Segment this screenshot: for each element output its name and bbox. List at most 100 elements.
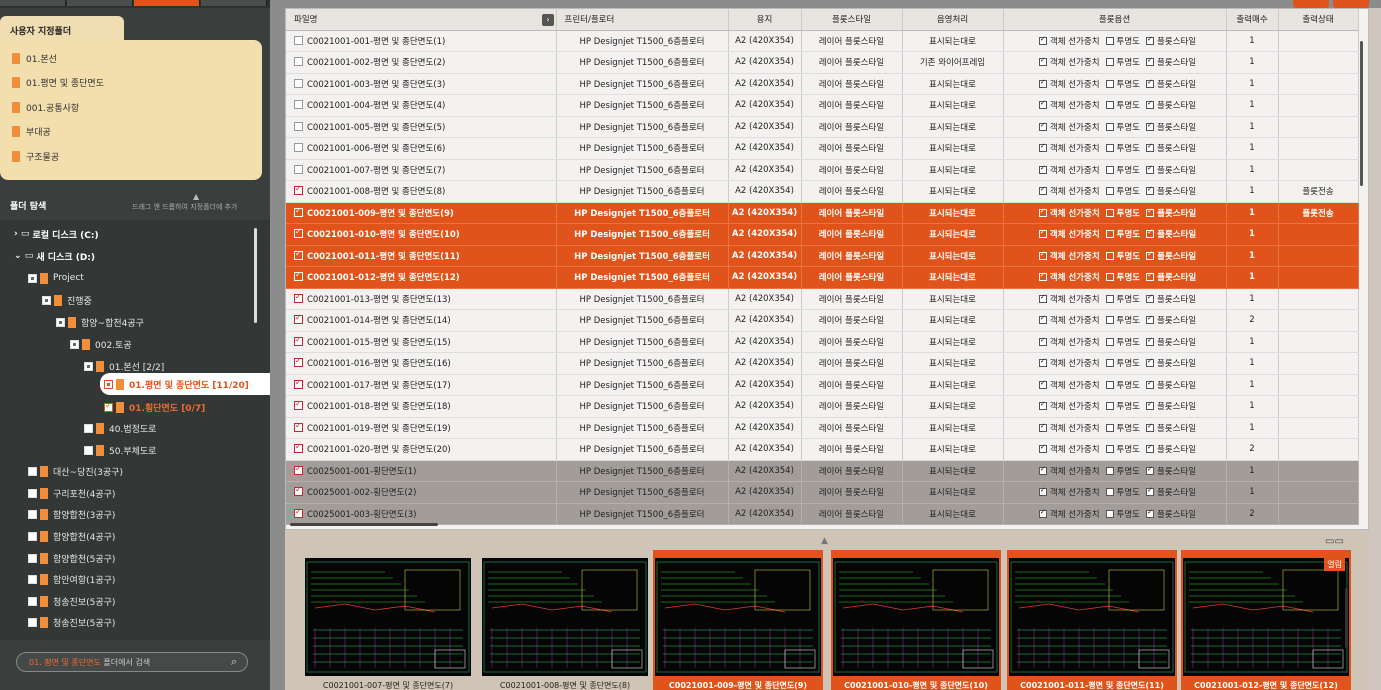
table-row[interactable]: C0021001-015-평면 및 종단면도(15)HP Designjet T…: [286, 331, 1359, 353]
cell-paper[interactable]: A2 (420X354): [728, 438, 802, 461]
table-row[interactable]: C0021001-002-평면 및 종단면도(2) HP Designjet T1…: [286, 51, 1359, 74]
cell-copies[interactable]: 1: [1226, 116, 1279, 138]
custom-folder-tab[interactable]: 사용자 지정폴더: [0, 16, 124, 42]
column-header-status[interactable]: 출력상태: [1278, 9, 1359, 31]
monitor-icon[interactable]: ▭▭: [1325, 536, 1344, 547]
cell-printer[interactable]: HP Designjet T1500_6층플로터: [556, 30, 729, 52]
folder-search-input[interactable]: 01. 평면 및 종단면도 폴더에서 검색 ⌕: [16, 652, 248, 672]
cell-filename[interactable]: C0021001-006-평면 및 종단면도(6): [286, 137, 557, 160]
cell-paper[interactable]: A2 (420X354): [728, 159, 802, 181]
table-row[interactable]: C0021001-011-평면 및 종단면도(11)HP Designjet T…: [286, 245, 1359, 267]
cell-shading[interactable]: 표시되는대로: [902, 288, 1004, 310]
cell-shading[interactable]: 표시되는대로: [902, 180, 1004, 203]
cell-printer[interactable]: HP Designjet T1500_6층플로터: [556, 395, 729, 418]
cell-plotstyle[interactable]: 레이어 플롯스타일: [801, 223, 903, 246]
cell-printer[interactable]: HP Designjet T1500_6층플로터: [556, 94, 729, 117]
cell-plotstyle[interactable]: 레이어 플롯스타일: [801, 159, 903, 181]
cell-copies[interactable]: 1: [1226, 30, 1279, 52]
table-row[interactable]: C0021001-012-평면 및 종단면도(12)HP Designjet T…: [286, 266, 1359, 289]
cell-paper[interactable]: A2 (420X354): [728, 331, 802, 353]
option-transparency-checkbox[interactable]: [1105, 79, 1114, 88]
cell-paper[interactable]: A2 (420X354): [728, 30, 802, 52]
column-header-paper[interactable]: 용지: [728, 9, 802, 31]
table-row[interactable]: C0025001-002-횡단면도(2)HP Designjet T1500_6…: [286, 481, 1359, 504]
table-row[interactable]: C0021001-004-평면 및 종단면도(4) HP Designjet T1…: [286, 94, 1359, 117]
cell-printer[interactable]: HP Designjet T1500_6층플로터: [556, 352, 729, 375]
option-plotstyle-checkbox[interactable]: [1145, 99, 1154, 110]
cell-printer[interactable]: HP Designjet T1500_6층플로터: [556, 116, 729, 138]
column-header-copies[interactable]: 출력매수: [1226, 9, 1279, 31]
row-checkbox[interactable]: [294, 57, 303, 67]
cell-filename[interactable]: C0021001-002-평면 및 종단면도(2): [286, 51, 557, 74]
cell-shading[interactable]: 표시되는대로: [902, 30, 1004, 52]
cell-filename[interactable]: C0021001-003-평면 및 종단면도(3): [286, 73, 557, 95]
option-transparency-checkbox[interactable]: [1105, 294, 1114, 303]
cell-paper[interactable]: A2 (420X354): [728, 223, 802, 246]
tree-scrollbar[interactable]: [254, 228, 257, 323]
option-plotstyle-checkbox[interactable]: [1145, 443, 1154, 454]
row-checkbox[interactable]: [294, 184, 303, 196]
cell-shading[interactable]: 기존 와이어프레임: [902, 51, 1004, 74]
cell-paper[interactable]: A2 (420X354): [728, 51, 802, 74]
option-transparency-checkbox[interactable]: [1105, 36, 1114, 45]
option-plotstyle-checkbox[interactable]: [1146, 250, 1155, 260]
row-checkbox[interactable]: [294, 121, 303, 131]
top-tab[interactable]: [0, 0, 66, 6]
table-row[interactable]: C0021001-018-평면 및 종단면도(18)HP Designjet T…: [286, 395, 1359, 418]
tree-checkbox[interactable]: [28, 466, 37, 476]
option-plotstyle-checkbox[interactable]: [1145, 78, 1154, 88]
cell-copies[interactable]: 1: [1226, 374, 1279, 396]
option-lineweight-checkbox[interactable]: [1038, 250, 1047, 260]
option-transparency-checkbox[interactable]: [1105, 359, 1114, 368]
cell-copies[interactable]: 1: [1226, 159, 1279, 181]
drawing-thumbnail[interactable]: C0021001-012-평면 및 종단면도(12) 열림: [1181, 550, 1351, 690]
option-plotstyle-checkbox[interactable]: [1145, 56, 1154, 67]
option-plotstyle-checkbox[interactable]: [1145, 185, 1154, 196]
cell-printer[interactable]: HP Designjet T1500_6층플로터: [556, 73, 729, 95]
grid-horizontal-scrollbar[interactable]: [290, 523, 438, 526]
option-transparency-checkbox[interactable]: [1105, 208, 1114, 217]
tree-checkbox[interactable]: [104, 401, 113, 412]
column-header-filename[interactable]: 파일명 ›: [286, 9, 557, 31]
cell-paper[interactable]: A2 (420X354): [728, 395, 802, 418]
tree-node[interactable]: Project: [28, 268, 84, 288]
cell-plotstyle[interactable]: 레이어 플롯스타일: [801, 180, 903, 203]
favorite-folder-item[interactable]: 01.본선: [12, 46, 250, 71]
option-transparency-checkbox[interactable]: [1105, 488, 1114, 497]
cell-shading[interactable]: 표시되는대로: [902, 94, 1004, 117]
row-checkbox[interactable]: [294, 464, 303, 475]
option-plotstyle-checkbox[interactable]: [1145, 293, 1154, 303]
cell-copies[interactable]: 1: [1226, 94, 1279, 117]
cell-copies[interactable]: 1: [1226, 352, 1279, 375]
cell-printer[interactable]: HP Designjet T1500_6층플로터: [556, 137, 729, 160]
table-row[interactable]: C0021001-001-평면 및 종단면도(1) HP Designjet T1…: [286, 30, 1359, 52]
search-icon[interactable]: ⌕: [231, 655, 237, 669]
row-checkbox[interactable]: [294, 335, 303, 346]
row-checkbox[interactable]: [294, 485, 303, 497]
cell-filename[interactable]: C0021001-010-평면 및 종단면도(10): [286, 223, 557, 246]
option-plotstyle-checkbox[interactable]: [1145, 508, 1154, 518]
cell-shading[interactable]: 표시되는대로: [902, 137, 1004, 160]
option-transparency-checkbox[interactable]: [1105, 273, 1114, 282]
tree-node[interactable]: 40.법정도로: [84, 418, 156, 438]
toolbar-button[interactable]: [1293, 0, 1329, 8]
table-row[interactable]: C0021001-005-평면 및 종단면도(5) HP Designjet T1…: [286, 116, 1359, 138]
cell-paper[interactable]: A2 (420X354): [728, 309, 802, 332]
table-row[interactable]: C0021001-007-평면 및 종단면도(7) HP Designjet T1…: [286, 159, 1359, 181]
cell-printer[interactable]: HP Designjet T1500_6층플로터: [556, 245, 729, 267]
drawing-thumbnail[interactable]: C0021001-008-평면 및 종단면도(8): [480, 550, 650, 690]
tree-checkbox[interactable]: [28, 531, 37, 541]
option-lineweight-checkbox[interactable]: [1038, 228, 1047, 239]
cell-plotstyle[interactable]: 레이어 플롯스타일: [801, 503, 903, 525]
top-tab-active[interactable]: [134, 0, 200, 6]
cell-copies[interactable]: 1: [1226, 223, 1279, 246]
cell-shading[interactable]: 표시되는대로: [902, 202, 1004, 224]
cell-copies[interactable]: 2: [1226, 309, 1279, 332]
column-header-options[interactable]: 플롯옵션: [1003, 9, 1227, 31]
tree-node[interactable]: 함양~합천4공구: [56, 312, 144, 332]
row-checkbox[interactable]: [294, 78, 303, 88]
option-transparency-checkbox[interactable]: [1105, 466, 1114, 475]
cell-printer[interactable]: HP Designjet T1500_6층플로터: [556, 374, 729, 396]
cell-copies[interactable]: 1: [1226, 180, 1279, 203]
cell-shading[interactable]: 표시되는대로: [902, 159, 1004, 181]
